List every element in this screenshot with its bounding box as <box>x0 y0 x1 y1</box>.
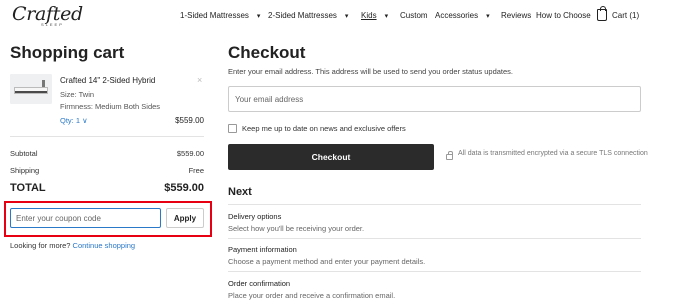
divider <box>228 271 641 272</box>
quantity-selector[interactable]: Qty: 1 ∨ <box>60 116 88 125</box>
step-delivery-desc: Select how you'll be receiving your orde… <box>228 224 365 233</box>
chevron-down-icon: ▾ <box>256 13 261 20</box>
continue-shopping-prompt: Looking for more? <box>10 241 73 250</box>
secure-transmission-note: All data is transmitted encrypted via a … <box>458 150 648 157</box>
coupon-input[interactable] <box>10 208 161 228</box>
subtotal-value: $559.00 <box>176 149 204 158</box>
product-price: $559.00 <box>175 116 204 125</box>
chevron-down-icon: ▾ <box>384 13 389 20</box>
chevron-down-icon: ▾ <box>344 13 349 20</box>
nav-item-1-sided-mattresses[interactable]: 1-Sided Mattresses ▾ <box>180 11 260 20</box>
step-payment-title: Payment information <box>228 245 297 254</box>
total-value: $559.00 <box>164 182 204 194</box>
step-confirmation-title: Order confirmation <box>228 279 291 288</box>
remove-item-icon[interactable]: × <box>197 75 202 85</box>
product-firmness: Firmness: Medium Both Sides <box>60 102 161 111</box>
divider <box>10 136 204 137</box>
nav-item-how-to-choose[interactable]: How to Choose <box>536 11 591 20</box>
shipping-label: Shipping <box>10 166 40 175</box>
nav-item-label: Reviews <box>501 11 532 20</box>
nav-item-accessories[interactable]: Accessories ▾ <box>435 11 490 20</box>
email-help-text: Enter your email address. This address w… <box>228 67 514 76</box>
total-label: TOTAL <box>10 182 46 194</box>
step-confirmation-desc: Place your order and receive a confirmat… <box>228 291 396 300</box>
continue-shopping-row: Looking for more? Continue shopping <box>10 241 135 250</box>
nav-item-custom[interactable]: Custom <box>400 11 428 20</box>
site-logo-tagline: SLEEP <box>41 22 64 27</box>
cart-title: Shopping cart <box>10 43 125 62</box>
newsletter-checkbox[interactable] <box>228 124 237 133</box>
nav-item-label: 2-Sided Mattresses <box>268 11 337 20</box>
continue-shopping-link[interactable]: Continue shopping <box>73 241 136 250</box>
site-header: Crafted SLEEP 1-Sided Mattresses ▾ 2-Side… <box>0 0 700 34</box>
lock-icon <box>446 151 453 160</box>
nav-item-label: Custom <box>400 11 428 20</box>
newsletter-label[interactable]: Keep me up to date on news and exclusive… <box>242 124 406 133</box>
email-field[interactable] <box>228 86 641 112</box>
product-name[interactable]: Crafted 14" 2-Sided Hybrid <box>60 76 155 85</box>
chevron-down-icon: ▾ <box>486 13 490 20</box>
nav-item-kids[interactable]: Kids ▾ <box>361 11 388 20</box>
nav-item-label: Kids <box>361 11 377 20</box>
nav-item-label: 1-Sided Mattresses <box>180 11 249 20</box>
subtotal-label: Subtotal <box>10 149 38 158</box>
nav-item-2-sided-mattresses[interactable]: 2-Sided Mattresses ▾ <box>268 11 348 20</box>
step-payment-desc: Choose a payment method and enter your p… <box>228 257 426 266</box>
shipping-value: Free <box>188 166 204 175</box>
nav-item-reviews[interactable]: Reviews <box>501 11 531 20</box>
product-size: Size: Twin <box>60 90 95 99</box>
step-delivery-title: Delivery options <box>228 212 282 221</box>
divider <box>228 204 641 205</box>
checkout-title: Checkout <box>228 43 306 62</box>
cart-link[interactable]: Cart (1) <box>612 11 639 20</box>
nav-item-label: How to Choose <box>536 11 591 20</box>
product-image-mattress <box>14 87 48 94</box>
divider <box>228 238 641 239</box>
checkout-button[interactable]: Checkout <box>228 144 434 170</box>
product-image <box>10 74 52 104</box>
nav-item-label: Accessories <box>435 11 479 20</box>
apply-coupon-button[interactable]: Apply <box>166 208 204 228</box>
shopping-bag-icon[interactable] <box>597 6 607 21</box>
next-steps-title: Next <box>228 186 252 198</box>
